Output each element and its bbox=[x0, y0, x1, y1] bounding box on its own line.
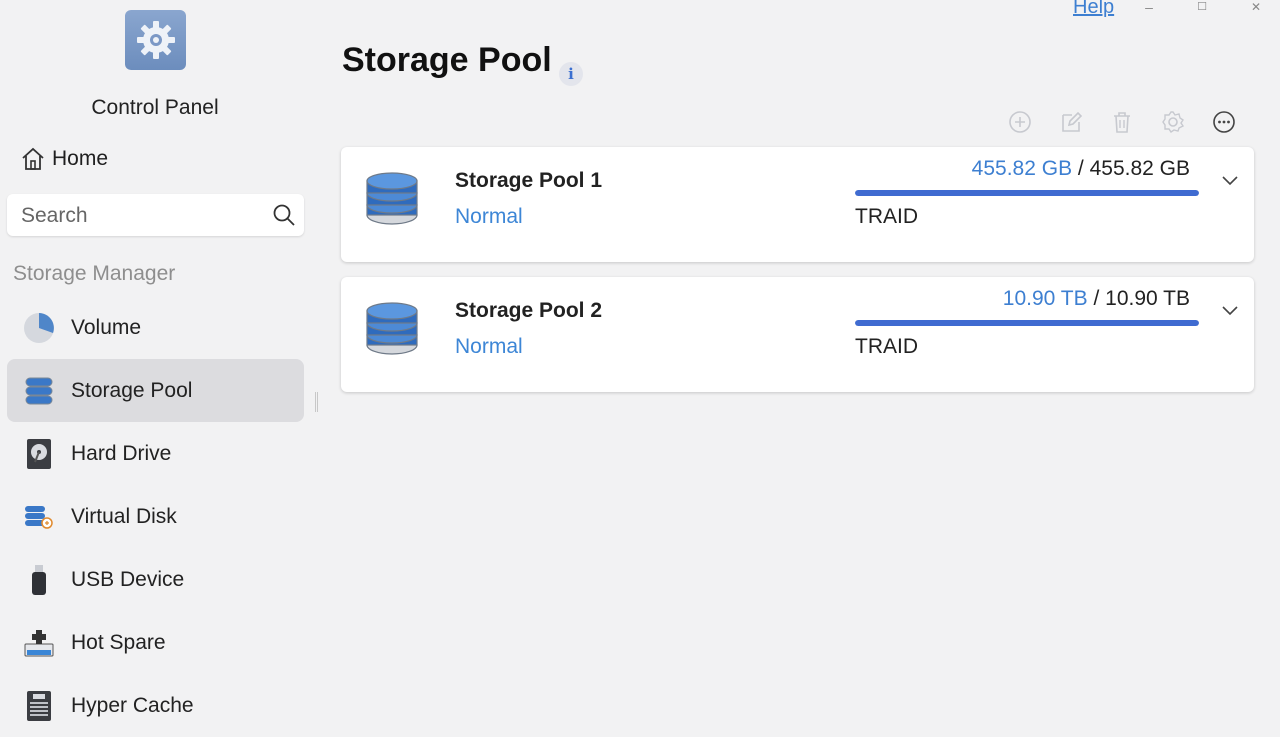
sidebar-item-label: Hyper Cache bbox=[71, 693, 194, 717]
sidebar-item-label: Hot Spare bbox=[71, 630, 166, 654]
search-input[interactable] bbox=[19, 194, 273, 238]
minimize-button[interactable]: – bbox=[1139, 0, 1159, 14]
app-title: Control Panel bbox=[91, 96, 219, 119]
search-box bbox=[7, 194, 304, 238]
add-button[interactable] bbox=[1003, 108, 1037, 136]
home-icon bbox=[22, 147, 44, 170]
pool-capacity: 10.90 TB / 10.90 TB bbox=[1003, 287, 1190, 311]
home-link[interactable]: Home bbox=[20, 146, 108, 172]
pool-status: Normal bbox=[455, 205, 523, 228]
sidebar-item-hot-spare[interactable]: Hot Spare bbox=[7, 611, 304, 674]
more-button[interactable] bbox=[1207, 108, 1241, 136]
settings-icon bbox=[1162, 111, 1185, 133]
sidebar-resize-handle[interactable] bbox=[315, 392, 318, 412]
control-panel-app-icon bbox=[125, 10, 186, 70]
close-button[interactable]: ✕ bbox=[1246, 0, 1266, 14]
usage-bar bbox=[855, 190, 1199, 196]
chevron-down-icon[interactable] bbox=[1221, 173, 1239, 187]
pool-name: Storage Pool 1 bbox=[455, 169, 603, 192]
virtual-disk-icon bbox=[22, 500, 56, 534]
sidebar-item-virtual-disk[interactable]: Virtual Disk bbox=[7, 485, 304, 548]
home-label: Home bbox=[52, 147, 109, 170]
more-icon bbox=[1213, 111, 1235, 133]
pool-capacity: 455.82 GB / 455.82 GB bbox=[972, 157, 1190, 181]
storage-pool-card[interactable]: Storage Pool 2 Normal 10.90 TB / 10.90 T… bbox=[341, 277, 1254, 392]
sidebar-item-storage-pool[interactable]: Storage Pool bbox=[7, 359, 304, 422]
pool-used: 455.82 GB bbox=[971, 157, 1073, 180]
capacity-separator: / bbox=[1072, 157, 1090, 180]
page-title: Storage Pool bbox=[342, 41, 552, 79]
sidebar-item-label: Storage Pool bbox=[71, 378, 193, 402]
delete-icon bbox=[1114, 112, 1130, 133]
pool-used: 10.90 TB bbox=[1002, 287, 1088, 310]
section-storage-manager: Storage Manager bbox=[13, 262, 176, 285]
sidebar-nav: Volume Storage Pool Hard Drive Virtual D… bbox=[7, 296, 304, 737]
storage-pool-card[interactable]: Storage Pool 1 Normal 455.82 GB / 455.82… bbox=[341, 147, 1254, 262]
sidebar-item-volume[interactable]: Volume bbox=[7, 296, 304, 359]
hard-drive-icon bbox=[22, 437, 56, 471]
pool-name: Storage Pool 2 bbox=[455, 299, 603, 322]
edit-icon bbox=[1062, 111, 1083, 132]
sidebar-item-hyper-cache[interactable]: Hyper Cache bbox=[7, 674, 304, 737]
raid-type: TRAID bbox=[855, 335, 918, 358]
maximize-button[interactable]: ☐ bbox=[1192, 0, 1212, 14]
info-icon[interactable]: i bbox=[559, 62, 583, 86]
sidebar-item-label: Hard Drive bbox=[71, 441, 172, 465]
capacity-separator: / bbox=[1087, 287, 1106, 310]
database-icon bbox=[366, 172, 418, 225]
database-icon bbox=[22, 374, 56, 408]
sidebar: Control Panel Home Storage Manager Volum… bbox=[0, 0, 316, 736]
sidebar-item-label: USB Device bbox=[71, 567, 185, 591]
pool-total: 455.82 GB bbox=[1089, 157, 1190, 180]
usage-bar-fill bbox=[855, 320, 1199, 326]
database-icon bbox=[366, 302, 418, 355]
usage-bar bbox=[855, 320, 1199, 326]
chevron-down-icon[interactable] bbox=[1221, 303, 1239, 317]
toolbar bbox=[1003, 108, 1241, 136]
search-icon[interactable] bbox=[272, 203, 296, 227]
ssd-icon bbox=[22, 689, 56, 723]
sidebar-item-usb-device[interactable]: USB Device bbox=[7, 548, 304, 611]
hot-spare-icon bbox=[22, 626, 56, 660]
delete-button[interactable] bbox=[1105, 108, 1139, 136]
raid-type: TRAID bbox=[855, 205, 918, 228]
pie-chart-icon bbox=[22, 311, 56, 345]
sidebar-item-hard-drive[interactable]: Hard Drive bbox=[7, 422, 304, 485]
usb-icon bbox=[22, 563, 56, 597]
add-icon bbox=[1009, 111, 1031, 133]
sidebar-item-label: Virtual Disk bbox=[71, 504, 177, 528]
help-link[interactable]: Help bbox=[1073, 0, 1114, 19]
gear-icon bbox=[136, 21, 175, 59]
pool-total: 10.90 TB bbox=[1105, 287, 1190, 310]
sidebar-item-label: Volume bbox=[71, 315, 142, 339]
settings-button[interactable] bbox=[1156, 108, 1190, 136]
edit-button[interactable] bbox=[1054, 108, 1088, 136]
usage-bar-fill bbox=[855, 190, 1199, 196]
pool-status: Normal bbox=[455, 335, 523, 358]
